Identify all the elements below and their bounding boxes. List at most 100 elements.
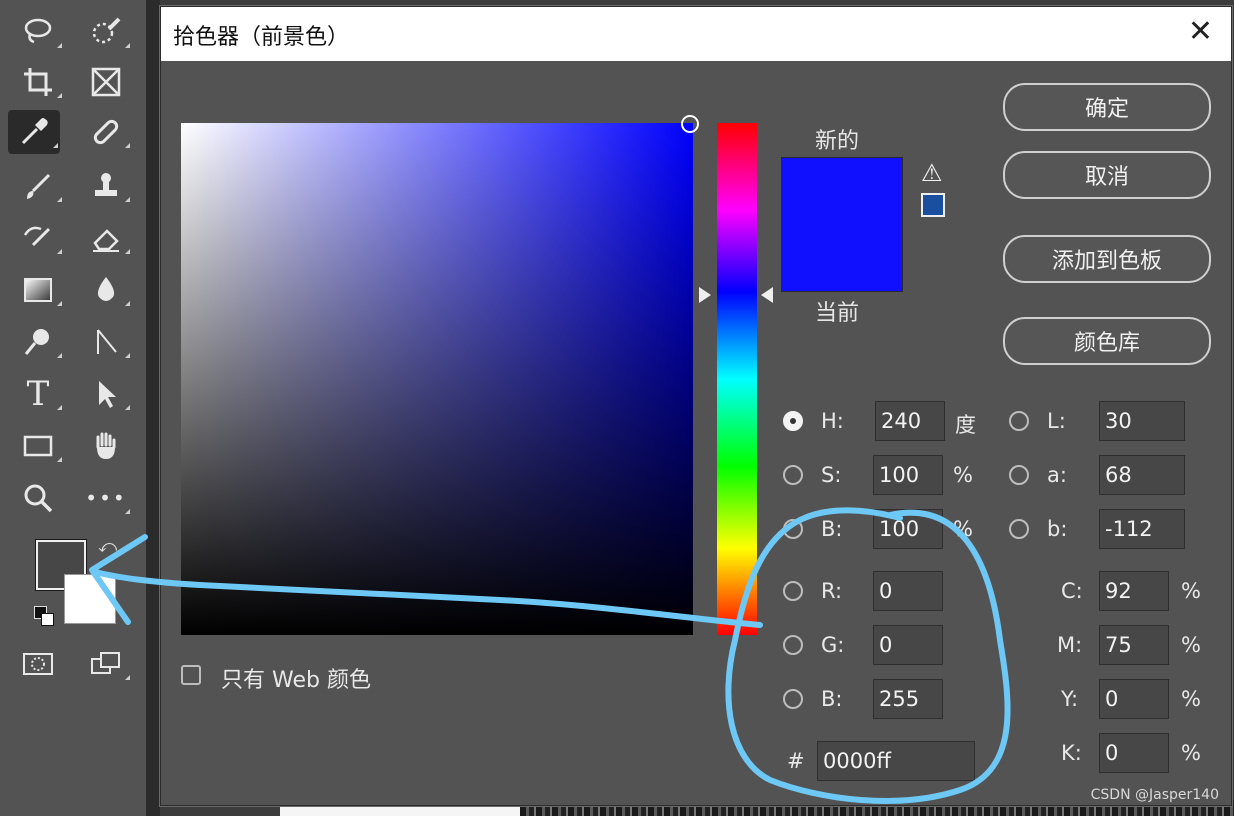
g-radio[interactable]	[783, 635, 803, 655]
r-field[interactable]: 0	[873, 571, 943, 611]
zoom-tool[interactable]	[12, 476, 64, 520]
m-field[interactable]: 75	[1099, 625, 1169, 665]
lab-b-radio[interactable]	[1009, 519, 1029, 539]
l-field[interactable]: 30	[1099, 401, 1185, 441]
swap-colors-icon[interactable]: ⤺	[98, 536, 117, 557]
frame-icon	[91, 67, 121, 97]
dialog-title: 拾色器（前景色）	[173, 25, 350, 50]
tools-panel: T ••• ⤺	[0, 0, 148, 816]
l-radio[interactable]	[1009, 411, 1029, 431]
c-label: C:	[1061, 579, 1083, 603]
ok-button[interactable]: 确定	[1003, 83, 1211, 131]
screen-mode-button[interactable]	[80, 642, 132, 686]
web-colors-only-checkbox[interactable]	[181, 665, 201, 685]
close-icon[interactable]: ✕	[1188, 17, 1213, 47]
cancel-button[interactable]: 取消	[1003, 151, 1211, 199]
crop-tool[interactable]	[12, 60, 64, 104]
hex-label: #	[787, 749, 805, 773]
hue-slider[interactable]	[717, 123, 757, 635]
new-color-label: 新的	[815, 129, 860, 154]
hue-slider-handle-right[interactable]	[761, 287, 773, 303]
quick-selection-tool[interactable]	[80, 10, 132, 54]
hex-field[interactable]: 0000ff	[817, 741, 975, 781]
gradient-icon	[24, 278, 52, 302]
hand-tool[interactable]	[80, 424, 132, 468]
g-label: G:	[821, 633, 845, 657]
hand-icon	[96, 432, 116, 459]
r-label: R:	[821, 579, 843, 603]
y-unit: %	[1181, 687, 1201, 711]
b-field[interactable]: 100	[873, 509, 943, 549]
pen-tool[interactable]	[80, 320, 132, 364]
arrow-cursor-icon	[99, 381, 116, 408]
y-label: Y:	[1061, 687, 1079, 711]
screen-mode-icon	[91, 652, 120, 674]
k-field[interactable]: 0	[1099, 733, 1169, 773]
current-color-preview[interactable]	[781, 225, 903, 292]
k-unit: %	[1181, 741, 1201, 765]
h-radio[interactable]	[783, 411, 803, 431]
rectangle-tool[interactable]	[12, 424, 64, 468]
eyedropper-tool[interactable]	[8, 110, 60, 154]
b-radio[interactable]	[783, 519, 803, 539]
a-radio[interactable]	[1009, 465, 1029, 485]
eraser-tool[interactable]	[80, 216, 132, 260]
panel-divider	[146, 0, 160, 816]
type-icon: T	[26, 374, 50, 414]
stamp-icon	[95, 173, 117, 196]
frame-tool[interactable]	[80, 60, 132, 104]
brush-tool[interactable]	[12, 164, 64, 208]
m-label: M:	[1057, 633, 1083, 657]
color-picker-dialog: 拾色器（前景色） ✕ 新的 当前 ⚠ 确定 取消 添加到色板 颜色库 H: 24…	[160, 6, 1232, 806]
watermark-text: CSDN @Jasper140	[1090, 787, 1219, 803]
saturation-brightness-field[interactable]	[181, 123, 693, 635]
eraser-icon	[93, 229, 119, 252]
blue-radio[interactable]	[783, 689, 803, 709]
current-color-label: 当前	[815, 301, 860, 326]
color-picker-ring[interactable]	[681, 115, 699, 133]
bandage-icon	[93, 119, 119, 145]
blur-tool[interactable]	[80, 268, 132, 312]
s-field[interactable]: 100	[873, 455, 943, 495]
lasso-icon	[24, 18, 52, 44]
more-tools[interactable]: •••	[80, 476, 132, 520]
h-field[interactable]: 240	[875, 401, 945, 441]
s-radio[interactable]	[783, 465, 803, 485]
web-colors-only-label: 只有 Web 颜色	[221, 668, 371, 693]
lab-b-field[interactable]: -112	[1099, 509, 1185, 549]
out-of-gamut-warning-icon[interactable]: ⚠	[921, 159, 943, 187]
path-selection-tool[interactable]	[80, 372, 132, 416]
dodge-tool[interactable]	[12, 320, 64, 364]
blue-label: B:	[821, 687, 843, 711]
gradient-tool[interactable]	[12, 268, 64, 312]
l-label: L:	[1047, 409, 1066, 433]
lasso-tool[interactable]	[12, 10, 64, 54]
brush-icon	[27, 173, 51, 199]
default-colors-icon[interactable]	[34, 606, 54, 626]
h-unit: 度	[955, 413, 976, 437]
g-field[interactable]: 0	[873, 625, 943, 665]
type-tool[interactable]: T	[12, 372, 64, 416]
blue-field[interactable]: 255	[873, 679, 943, 719]
add-to-swatches-button[interactable]: 添加到色板	[1003, 235, 1211, 283]
r-radio[interactable]	[783, 581, 803, 601]
c-field[interactable]: 92	[1099, 571, 1169, 611]
new-color-preview	[781, 157, 903, 226]
eyedropper-icon	[21, 118, 48, 145]
clone-stamp-tool[interactable]	[80, 164, 132, 208]
hue-slider-handle-left[interactable]	[699, 287, 711, 303]
dialog-titlebar: 拾色器（前景色） ✕	[161, 7, 1231, 61]
s-unit: %	[953, 463, 973, 487]
y-field[interactable]: 0	[1099, 679, 1169, 719]
history-brush-tool[interactable]	[12, 216, 64, 260]
ellipsis-icon: •••	[85, 486, 127, 510]
c-unit: %	[1181, 579, 1201, 603]
a-field[interactable]: 68	[1099, 455, 1185, 495]
background-color-swatch[interactable]	[64, 574, 116, 624]
quick-mask-button[interactable]	[12, 642, 64, 686]
k-label: K:	[1061, 741, 1082, 765]
gamut-correction-swatch[interactable]	[921, 193, 945, 217]
magnifier-icon	[24, 484, 53, 513]
color-libraries-button[interactable]: 颜色库	[1003, 317, 1211, 365]
healing-brush-tool[interactable]	[80, 110, 132, 154]
